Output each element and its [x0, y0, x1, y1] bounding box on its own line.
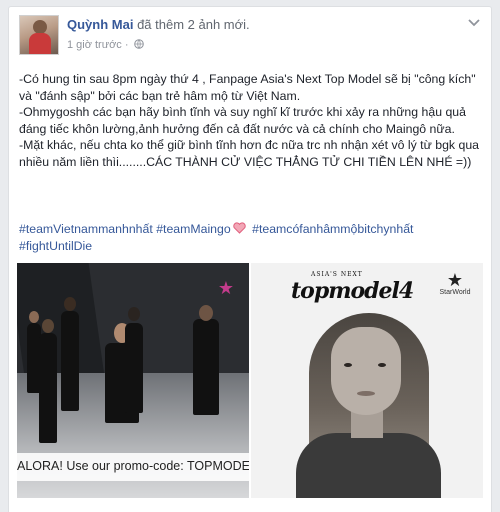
post-header: Quỳnh Mai đã thêm 2 ảnh mới. 1 giờ trước…: [19, 15, 481, 61]
hashtag-link[interactable]: #teamMaingo: [156, 222, 231, 236]
star-icon: ★: [217, 278, 235, 298]
avatar[interactable]: [19, 15, 59, 55]
show-logo: ASIA'S NEXT topmodel4: [291, 271, 414, 304]
post-paragraph: -Ohmygoshh các bạn hãy bình tĩnh và suy …: [19, 105, 466, 136]
timestamp-link[interactable]: 1 giờ trước: [67, 39, 122, 51]
photo-runway[interactable]: ★ ALORA! Use our promo-code: TOPMODEL: [17, 263, 249, 498]
post-paragraph: -Có hung tin sau 8pm ngày thứ 4 , Fanpag…: [19, 72, 476, 103]
heart-icon: [233, 222, 246, 234]
hashtag-line: #teamVietnammanhnhất #teamMaingo #teamcó…: [19, 221, 483, 255]
promo-text: ALORA! Use our promo-code: TOPMODEL: [17, 459, 249, 473]
brand-label: StarWorld: [439, 289, 471, 296]
post-action-text: đã thêm 2 ảnh mới.: [137, 17, 250, 32]
photo-grid: ★ ALORA! Use our promo-code: TOPMODEL AS…: [17, 263, 483, 498]
post-text: -Có hung tin sau 8pm ngày thứ 4 , Fanpag…: [19, 71, 483, 170]
star-icon: ★: [446, 270, 464, 290]
post-card: Quỳnh Mai đã thêm 2 ảnh mới. 1 giờ trước…: [8, 6, 492, 512]
chevron-down-icon[interactable]: [467, 17, 481, 29]
post-title-line: Quỳnh Mai đã thêm 2 ảnh mới.: [67, 17, 250, 32]
globe-icon[interactable]: [133, 39, 144, 49]
author-name-link[interactable]: Quỳnh Mai: [67, 17, 133, 32]
meta-separator: ·: [124, 39, 129, 51]
show-logo-small: ASIA'S NEXT: [311, 271, 363, 278]
hashtag-link[interactable]: #teamVietnammanhnhất: [19, 222, 153, 236]
show-logo-big: topmodel4: [291, 278, 414, 304]
post-meta: 1 giờ trước ·: [67, 39, 144, 51]
hashtag-link[interactable]: #fightUntilDie: [19, 239, 92, 253]
hashtag-link[interactable]: #teamcófanhâmmộbitchynhất: [252, 222, 413, 236]
photo-portrait[interactable]: ASIA'S NEXT topmodel4 ★ StarWorld: [251, 263, 483, 498]
post-paragraph: -Mặt khác, nếu chta ko thể giữ bình tĩnh…: [19, 138, 479, 169]
promo-banner: ALORA! Use our promo-code: TOPMODEL: [17, 453, 249, 481]
brand-logo: ★ StarWorld: [435, 271, 475, 296]
